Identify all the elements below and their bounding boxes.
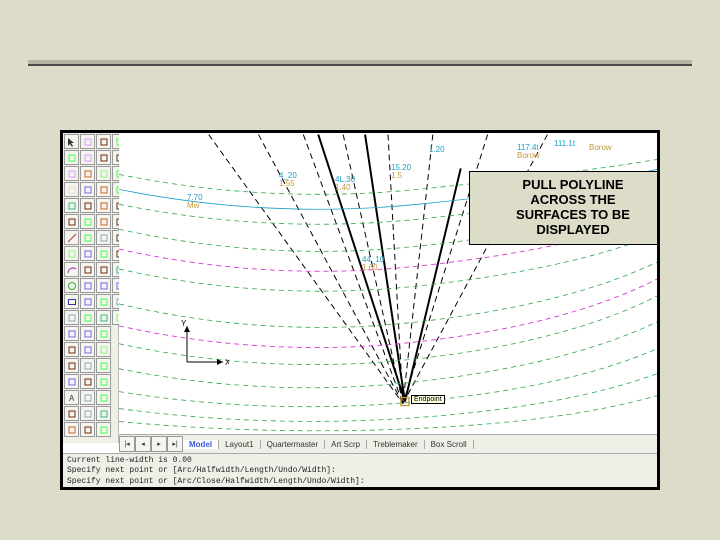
command-line[interactable]: Current line-width is 0.00 Specify next … — [63, 453, 657, 487]
pointer-tool[interactable] — [64, 134, 79, 149]
explode-tool[interactable] — [80, 406, 95, 421]
pan-tool[interactable] — [64, 198, 79, 213]
arc-tool[interactable] — [64, 262, 79, 277]
mirror-tool[interactable] — [80, 278, 95, 293]
dim-aligned-tool[interactable] — [80, 134, 95, 149]
contour-label: 1.40 — [335, 183, 351, 192]
svg-text:A: A — [69, 394, 75, 403]
contour-label: 1.20 — [429, 145, 445, 154]
contour-label: 1.55 — [279, 179, 295, 188]
callout-line: SURFACES TO BE — [478, 208, 657, 223]
mtext-tool[interactable] — [64, 406, 79, 421]
screenshot-frame: A — [60, 130, 660, 490]
layout-tab[interactable]: Treblemaker — [367, 440, 425, 449]
layout-tab[interactable]: Model — [183, 440, 219, 449]
erase-tool[interactable] — [80, 422, 95, 437]
insert-tool[interactable] — [96, 278, 111, 293]
contour-label: 111.1t — [554, 139, 575, 148]
measure-tool[interactable] — [96, 230, 111, 245]
dim-radius-tool[interactable] — [80, 166, 95, 181]
view-tool[interactable] — [96, 326, 111, 341]
rotate-tool[interactable] — [80, 246, 95, 261]
spline-tool[interactable] — [64, 326, 79, 341]
point-tool[interactable] — [64, 342, 79, 357]
lineweight-tool[interactable] — [96, 182, 111, 197]
offset-tool[interactable] — [80, 294, 95, 309]
linetype-tool[interactable] — [96, 166, 111, 181]
xref-tool[interactable] — [96, 294, 111, 309]
circle-tool[interactable] — [64, 278, 79, 293]
undo-tool[interactable] — [96, 422, 111, 437]
ellipse-tool[interactable] — [64, 310, 79, 325]
chamfer-tool[interactable] — [80, 358, 95, 373]
contour-label: Mw — [187, 201, 199, 210]
region-tool[interactable] — [64, 374, 79, 389]
layer-tool[interactable] — [96, 134, 111, 149]
extend-tool[interactable] — [80, 326, 95, 341]
instruction-callout: PULL POLYLINE ACROSS THE SURFACES TO BE … — [469, 171, 657, 245]
hatch-tool[interactable] — [64, 358, 79, 373]
tab-prev-button[interactable]: ◂ — [135, 436, 151, 452]
line-tool[interactable] — [64, 230, 79, 245]
callout-line: ACROSS THE — [478, 193, 657, 208]
dim-linear-tool[interactable] — [64, 422, 79, 437]
match-prop-tool[interactable] — [96, 214, 111, 229]
trim-tool[interactable] — [80, 310, 95, 325]
color-tool[interactable] — [96, 150, 111, 165]
contour-label: Borow — [517, 151, 540, 160]
polyline-tool[interactable] — [64, 246, 79, 261]
table-tool[interactable] — [80, 198, 95, 213]
contour-label: 1.60 — [362, 263, 378, 272]
contour-label: 1.5 — [391, 171, 402, 180]
slide-accent-bar — [28, 60, 692, 66]
zoom-extents-tool[interactable] — [64, 182, 79, 197]
tab-last-button[interactable]: ▸| — [167, 436, 183, 452]
plot-tool[interactable] — [96, 358, 111, 373]
cmd-history-line: Current line-width is 0.00 — [67, 456, 653, 466]
text-tool[interactable]: A — [64, 390, 79, 405]
callout-line: PULL POLYLINE — [478, 178, 657, 193]
viewport-tool[interactable] — [96, 342, 111, 357]
rectangle-tool[interactable] — [64, 294, 79, 309]
save-tool[interactable] — [96, 374, 111, 389]
orbit-tool[interactable] — [64, 214, 79, 229]
callout-line: DISPLAYED — [478, 223, 657, 238]
ucs-tool[interactable] — [96, 310, 111, 325]
layout-tab[interactable]: Layout1 — [219, 440, 260, 449]
osnap-tooltip: Endpoint — [411, 395, 445, 404]
cmd-history-line: Specify next point or [Arc/Halfwidth/Len… — [67, 466, 653, 476]
layout-tab[interactable]: Quartermaster — [261, 440, 326, 449]
array-tool[interactable] — [80, 374, 95, 389]
drawing-canvas[interactable]: 111.1t117.4tBorowBorow1.2015.201.54L.301… — [119, 133, 657, 435]
tab-first-button[interactable]: |◂ — [119, 436, 135, 452]
open-tool[interactable] — [96, 390, 111, 405]
list-tool[interactable] — [96, 246, 111, 261]
block-tool[interactable] — [96, 262, 111, 277]
cmd-prompt-line: Specify next point or [Arc/Close/Halfwid… — [67, 477, 653, 487]
leader-tool[interactable] — [80, 182, 95, 197]
zoom-window-tool[interactable] — [64, 166, 79, 181]
move-tool[interactable] — [80, 214, 95, 229]
layout-tab[interactable]: Art Scrp — [325, 440, 367, 449]
scale-tool[interactable] — [80, 262, 95, 277]
contour-label: Borow — [589, 143, 612, 152]
tool-palette: A — [63, 133, 119, 443]
hand-tool[interactable] — [64, 150, 79, 165]
layout-tabs: |◂ ◂ ▸ ▸| ModelLayout1QuartermasterArt S… — [119, 434, 657, 453]
properties-tool[interactable] — [96, 198, 111, 213]
new-tool[interactable] — [96, 406, 111, 421]
dim-angular-tool[interactable] — [80, 150, 95, 165]
fillet-tool[interactable] — [80, 342, 95, 357]
layout-tab[interactable]: Box Scroll — [425, 440, 474, 449]
stretch-tool[interactable] — [80, 390, 95, 405]
copy-tool[interactable] — [80, 230, 95, 245]
cad-window: A — [63, 133, 657, 487]
tab-next-button[interactable]: ▸ — [151, 436, 167, 452]
